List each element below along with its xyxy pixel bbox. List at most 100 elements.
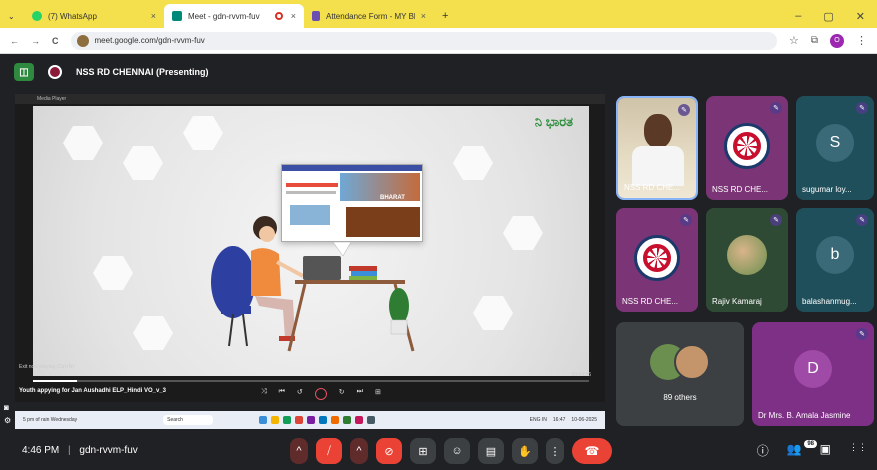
participant-tile[interactable]: D ✎ Dr Mrs. B. Amala Jasmine xyxy=(752,322,874,426)
participant-tile[interactable]: ✎ NSS RD CHE... xyxy=(616,96,698,200)
raise-hand-button[interactable]: ✋ xyxy=(512,438,538,464)
participant-name: NSS RD CHE... xyxy=(624,183,681,192)
minimize-icon[interactable]: – xyxy=(795,10,801,22)
muted-mic-icon: ✎ xyxy=(680,214,692,226)
app-icon xyxy=(355,416,364,424)
bookmark-star-icon[interactable]: ☆ xyxy=(789,34,799,47)
reload-icon[interactable]: C xyxy=(52,36,59,46)
forward-icon[interactable]: ↻ xyxy=(339,388,345,400)
taskbar-time: 16:47 xyxy=(552,417,566,423)
separator: | xyxy=(68,445,71,456)
emoji-button[interactable]: ☺ xyxy=(444,438,470,464)
app-icon xyxy=(367,416,376,424)
participant-tile[interactable]: 89 others xyxy=(616,322,744,426)
illustration-svg xyxy=(211,216,415,352)
participant-count-badge: 98 xyxy=(804,440,817,448)
forward-icon[interactable]: → xyxy=(31,36,40,46)
mic-off-button[interactable]: ⧸ xyxy=(316,438,342,464)
muted-mic-icon: ✎ xyxy=(770,214,782,226)
media-player-title: Media Player xyxy=(37,96,67,102)
extensions-icon[interactable]: ⧉ xyxy=(811,35,818,46)
participant-tile[interactable]: ✎ Rajiv Kamaraj xyxy=(706,208,788,312)
chat-icon[interactable]: ▣ xyxy=(820,442,831,459)
presentation-area: Media Player ನಿ ಭಾರತ BHARAT Exit now pla… xyxy=(15,94,605,402)
tab-whatsapp[interactable]: (7) WhatsApp × xyxy=(24,4,164,28)
muted-mic-icon: ✎ xyxy=(856,214,868,226)
end-call-button[interactable]: ☎ xyxy=(572,438,612,464)
taskbar-lang: ENG IN xyxy=(529,417,547,423)
recording-icon xyxy=(274,12,283,20)
whatsapp-icon xyxy=(32,11,42,21)
meet-control-bar: 4:46 PM | gdn-rvvm-fuv ^ ⧸ ^ ⊘ ⊞ ☺ ▤ ✋ ⋮… xyxy=(0,432,877,470)
site-info-icon[interactable] xyxy=(76,34,89,47)
new-tab-button[interactable]: + xyxy=(434,4,456,28)
muted-mic-icon: ✎ xyxy=(770,102,782,114)
close-tab-icon[interactable]: × xyxy=(421,11,426,21)
participant-tile[interactable]: b ✎ balashanmug... xyxy=(796,208,874,312)
nss-logo xyxy=(634,234,680,281)
shuffle-icon[interactable]: ⤨ xyxy=(261,388,267,400)
info-icon[interactable]: ⓘ xyxy=(757,442,769,459)
progress-fill xyxy=(33,380,78,382)
book xyxy=(349,276,377,280)
tab-menu-button[interactable]: ⌄ xyxy=(0,4,24,28)
meeting-code: gdn-rvvm-fuv xyxy=(79,445,138,456)
restore-icon[interactable]: ▢ xyxy=(823,10,833,23)
letter-avatar: D xyxy=(794,349,832,388)
layout-icon[interactable]: ◫ xyxy=(14,63,34,81)
activities-icon[interactable]: ⋮⋮ xyxy=(849,442,867,459)
participant-tile[interactable]: S ✎ sugumar loy... xyxy=(796,96,874,200)
back-icon[interactable]: ← xyxy=(10,36,19,46)
camera-options-button[interactable]: ^ xyxy=(350,438,368,464)
play-pause-button[interactable] xyxy=(314,388,327,400)
participant-tile[interactable]: ✎ NSS RD CHE... xyxy=(616,208,698,312)
participant-name: 89 others xyxy=(663,393,697,402)
person-head xyxy=(644,114,672,148)
now-playing-small: Exit now playing (Ctrl+N) xyxy=(19,364,75,370)
profile-photo xyxy=(727,234,767,275)
app-icon xyxy=(343,416,352,424)
taskbar-tray: ENG IN 16:47 10-06-2025 xyxy=(530,417,597,423)
next-icon[interactable]: ⏭ xyxy=(357,388,363,400)
side-glyphs: ◙ ⚙ xyxy=(4,403,11,425)
letter-avatar: S xyxy=(816,123,854,162)
tab-attendance[interactable]: Attendance Form - MY Bharat ! × xyxy=(304,4,434,28)
speech-pointer xyxy=(332,241,352,257)
fullscreen-icon[interactable]: ⊞ xyxy=(375,388,381,400)
now-playing-title: Youth appying for Jan Aushadhi ELP_Hindi… xyxy=(19,388,167,394)
taskbar-date: 10-06-2025 xyxy=(571,417,597,423)
browser-menu-icon[interactable]: ⋮ xyxy=(856,34,867,47)
woman-arm xyxy=(276,260,304,278)
tab-meet[interactable]: Meet - gdn-rvvm-fuv × xyxy=(164,4,304,28)
shared-screen-taskbar: 5 pm of rain Wednesday Search ENG IN 16:… xyxy=(15,411,605,429)
meet-header: ◫ NSS RD CHENNAI (Presenting) xyxy=(0,54,877,90)
people-icon[interactable]: 👥 xyxy=(787,442,802,459)
app-icon xyxy=(331,416,340,424)
more-options-button[interactable]: ⋮ xyxy=(546,438,564,464)
profile-avatar[interactable]: O xyxy=(830,33,844,48)
url-text: meet.google.com/gdn-rvvm-fuv xyxy=(94,36,205,45)
chair-leg xyxy=(228,313,234,347)
presenter-label: NSS RD CHENNAI (Presenting) xyxy=(76,67,209,77)
tab-label: (7) WhatsApp xyxy=(48,11,97,21)
meet-icon xyxy=(172,11,182,21)
present-button[interactable]: ⊞ xyxy=(410,438,436,464)
close-tab-icon[interactable]: × xyxy=(291,11,296,21)
participant-name: Dr Mrs. B. Amala Jasmine xyxy=(758,411,851,420)
woman-face xyxy=(259,226,275,242)
rewind-icon[interactable]: ↺ xyxy=(297,388,303,400)
url-input[interactable]: meet.google.com/gdn-rvvm-fuv xyxy=(70,31,777,50)
captions-button[interactable]: ▤ xyxy=(478,438,504,464)
mic-options-button[interactable]: ^ xyxy=(290,438,308,464)
tab-label: Attendance Form - MY Bharat ! xyxy=(326,11,415,21)
camera-off-button[interactable]: ⊘ xyxy=(376,438,402,464)
media-player-titlebar: Media Player xyxy=(15,94,605,104)
close-window-icon[interactable]: ✕ xyxy=(856,10,865,23)
previous-icon[interactable]: ⏮ xyxy=(279,388,285,400)
weather-widget: 5 pm of rain Wednesday xyxy=(23,417,78,423)
nss-wheel-icon xyxy=(733,131,761,160)
close-tab-icon[interactable]: × xyxy=(151,11,156,21)
participant-tile[interactable]: ✎ NSS RD CHE... xyxy=(706,96,788,200)
book xyxy=(349,266,377,271)
progress-bar[interactable] xyxy=(33,380,589,382)
